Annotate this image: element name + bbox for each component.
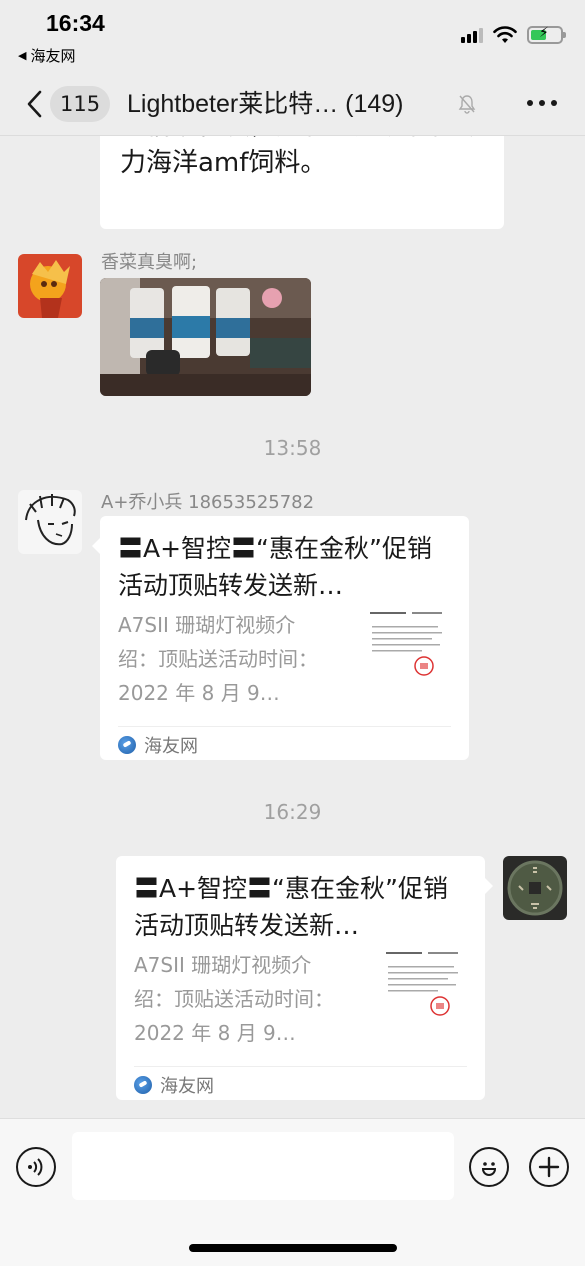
status-icons: ⚡ bbox=[461, 25, 566, 44]
card-divider bbox=[134, 1066, 467, 1067]
cellular-signal-icon bbox=[461, 27, 483, 43]
status-time: 16:34 bbox=[46, 10, 105, 36]
more-options-button[interactable] bbox=[527, 100, 557, 106]
timestamp: 13:58 bbox=[263, 436, 322, 460]
bell-slash-icon bbox=[458, 95, 476, 114]
voice-icon bbox=[28, 1158, 43, 1176]
emoji-button[interactable] bbox=[469, 1147, 509, 1187]
card-source-label: 海友网 bbox=[144, 736, 198, 757]
chat-message-list[interactable]: 一桶活性炭，还有一瓶混和高够力海洋amf饲料。 香菜真臭啊; bbox=[0, 136, 585, 1118]
source-logo-icon bbox=[118, 736, 136, 754]
chevron-left-icon bbox=[27, 90, 42, 118]
text-message-bubble[interactable]: 一桶活性炭，还有一瓶混和高够力海洋amf饲料。 bbox=[100, 136, 504, 229]
chat-title: Lightbeter莱比特… (149) bbox=[127, 90, 404, 118]
home-indicator[interactable] bbox=[189, 1244, 397, 1252]
card-divider bbox=[118, 726, 451, 727]
back-triangle-icon: ◀ bbox=[18, 49, 27, 62]
card-title: 〓A+智控〓“惠在金秋”促销活动顶贴转发送新… bbox=[134, 874, 448, 940]
card-description: A7SII 珊瑚灯视频介绍：顶贴送活动时间：2022 年 8 月 9… bbox=[134, 953, 334, 1045]
status-bar: 16:34 ◀ 海友网 ⚡ bbox=[0, 0, 585, 72]
chat-header: 115 Lightbeter莱比特… (149) bbox=[0, 72, 585, 136]
back-app-label: 海友网 bbox=[30, 47, 76, 65]
avatar[interactable] bbox=[18, 490, 82, 554]
more-icon bbox=[527, 100, 533, 106]
voice-button[interactable] bbox=[16, 1147, 56, 1187]
emoji-icon bbox=[481, 1162, 497, 1176]
back-button[interactable] bbox=[22, 88, 46, 120]
message-text: 一桶活性炭，还有一瓶混和高够力海洋amf饲料。 bbox=[120, 136, 484, 178]
card-source-label: 海友网 bbox=[160, 1076, 214, 1097]
source-logo-icon bbox=[134, 1076, 152, 1094]
message-input[interactable] bbox=[72, 1132, 454, 1200]
more-functions-button[interactable] bbox=[529, 1147, 569, 1187]
back-to-app-link[interactable]: ◀ 海友网 bbox=[18, 45, 75, 66]
avatar[interactable] bbox=[18, 254, 82, 318]
battery-icon: ⚡ bbox=[527, 25, 566, 44]
sender-name: A+乔小兵 18653525782 bbox=[101, 492, 315, 513]
avatar[interactable] bbox=[503, 856, 567, 920]
card-thumbnail bbox=[368, 608, 448, 698]
card-title: 〓A+智控〓“惠在金秋”促销活动顶贴转发送新… bbox=[118, 534, 432, 600]
card-thumbnail bbox=[384, 948, 464, 1038]
sender-name: 香菜真臭啊; bbox=[101, 252, 198, 273]
unread-count-badge[interactable]: 115 bbox=[50, 86, 111, 122]
link-card-message[interactable]: 〓A+智控〓“惠在金秋”促销活动顶贴转发送新… A7SII 珊瑚灯视频介绍：顶贴… bbox=[116, 856, 493, 1100]
card-source: 海友网 bbox=[118, 732, 198, 758]
plus-icon bbox=[538, 1156, 560, 1178]
timestamp: 16:29 bbox=[263, 800, 322, 824]
card-description: A7SII 珊瑚灯视频介绍：顶贴送活动时间：2022 年 8 月 9… bbox=[118, 613, 318, 705]
card-source: 海友网 bbox=[134, 1072, 214, 1098]
wifi-icon bbox=[493, 26, 517, 43]
link-card-message[interactable]: 〓A+智控〓“惠在金秋”促销活动顶贴转发送新… A7SII 珊瑚灯视频介绍：顶贴… bbox=[92, 516, 469, 760]
image-message[interactable] bbox=[100, 278, 311, 396]
